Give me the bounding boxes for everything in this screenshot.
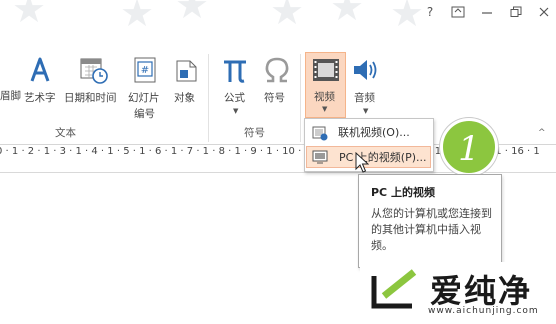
background-star-decoration: ★ xyxy=(270,0,305,33)
date-time-label: 日期和时间 xyxy=(64,92,117,104)
step-number: 1 xyxy=(458,129,480,169)
video-dropdown-menu: 联机视频(O)... PC 上的视频(P)... xyxy=(304,118,434,172)
slide-number-icon: # xyxy=(134,57,156,83)
pi-icon xyxy=(224,60,246,83)
minimize-button[interactable] xyxy=(476,2,498,22)
chevron-down-icon: ▼ xyxy=(233,107,239,115)
step-number-badge: 1 xyxy=(440,118,498,176)
menu-item-online-video[interactable]: 联机视频(O)... xyxy=(306,122,431,144)
object-label: 对象 xyxy=(174,92,195,104)
background-star-decoration: ★ xyxy=(12,0,47,31)
watermark-logo-icon xyxy=(371,269,417,309)
ribbon-display-options-button[interactable] xyxy=(447,2,469,22)
wordart-button[interactable]: 艺术字 xyxy=(20,54,60,116)
close-button[interactable] xyxy=(533,2,555,22)
help-icon: ? xyxy=(426,5,434,19)
minimize-icon xyxy=(482,12,492,14)
slide-number-label-line1: 幻灯片 xyxy=(128,92,160,104)
film-strip-icon xyxy=(313,59,339,81)
object-button[interactable]: 对象 xyxy=(168,54,204,116)
close-icon xyxy=(539,7,549,17)
equation-label: 公式 xyxy=(224,92,245,104)
symbol-button[interactable]: 符号 xyxy=(258,54,294,116)
slide-number-label-line2: 编号 xyxy=(134,108,155,120)
video-label: 视频 xyxy=(314,91,335,103)
restore-icon xyxy=(510,6,522,17)
tooltip-body: 从您的计算机或您连接到的其他计算机中插入视频。 xyxy=(371,207,492,252)
calendar-clock-icon xyxy=(80,58,108,84)
group-separator xyxy=(208,54,209,142)
restore-button[interactable] xyxy=(505,2,527,22)
chevron-down-icon: ▼ xyxy=(322,105,328,113)
pc-video-label: PC 上的视频(P)... xyxy=(339,151,427,164)
watermark: 爱纯净 www.aichunjing.com xyxy=(360,262,556,324)
chevron-down-icon: ▼ xyxy=(363,107,369,115)
tooltip-title: PC 上的视频 xyxy=(371,186,435,199)
slide-number-button[interactable]: # 幻灯片 编号 xyxy=(126,54,166,120)
symbol-label: 符号 xyxy=(264,92,285,104)
group-separator xyxy=(300,54,301,142)
collapse-ribbon-icon[interactable]: ^ xyxy=(538,128,546,138)
audio-button[interactable]: 音频 ▼ xyxy=(348,54,384,126)
speaker-icon xyxy=(354,60,377,80)
wordart-icon xyxy=(30,57,50,82)
tooltip: PC 上的视频 从您的计算机或您连接到的其他计算机中插入视频。 xyxy=(358,174,502,268)
background-star-decoration: ★ xyxy=(175,0,210,27)
watermark-url: www.aichunjing.com xyxy=(428,306,539,316)
video-button[interactable]: 视频 ▼ xyxy=(305,52,346,118)
equation-button[interactable]: 公式 ▼ xyxy=(216,54,254,126)
date-time-button[interactable]: 日期和时间 xyxy=(60,54,126,116)
pc-video-icon xyxy=(312,150,328,164)
online-video-label: 联机视频(O)... xyxy=(338,126,410,139)
help-button[interactable]: ? xyxy=(419,2,441,22)
online-video-icon xyxy=(312,126,328,141)
ribbon-display-icon xyxy=(451,6,465,18)
svg-text:#: # xyxy=(141,65,149,76)
mouse-cursor-icon xyxy=(355,152,369,173)
group-label-text: 文本 xyxy=(55,127,76,139)
wordart-label: 艺术字 xyxy=(24,92,56,104)
omega-icon xyxy=(265,57,289,83)
object-icon xyxy=(176,60,197,82)
background-star-decoration: ★ xyxy=(330,0,365,29)
audio-label: 音频 xyxy=(354,92,375,104)
group-label-symbols: 符号 xyxy=(244,127,265,139)
title-bar: ★ ★ ★ ★ ★ ★ ? xyxy=(0,0,556,33)
header-footer-label: 眉脚 xyxy=(0,90,21,102)
